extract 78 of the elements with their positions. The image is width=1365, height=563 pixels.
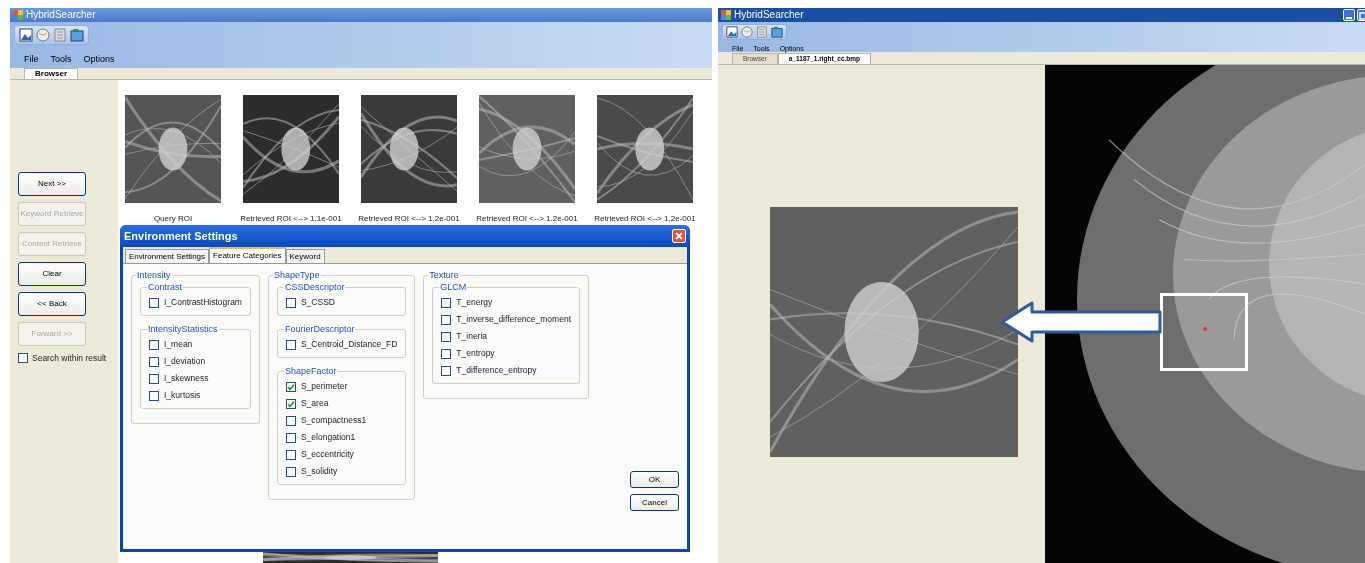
button[interactable]: Clear (18, 262, 86, 286)
group-title: FourierDescriptor (283, 324, 356, 334)
button[interactable]: << Back (18, 292, 86, 316)
checkbox[interactable] (149, 356, 159, 367)
checkbox[interactable] (149, 339, 159, 350)
group-title: CSSDescriptor (283, 282, 346, 292)
checkbox[interactable] (285, 398, 296, 409)
checkbox[interactable] (441, 331, 452, 342)
globe-icon[interactable] (741, 26, 753, 38)
group-title: ShapeType (272, 270, 321, 280)
button[interactable]: Cancel (630, 494, 679, 511)
checkbox[interactable] (285, 449, 296, 460)
tab[interactable]: Browser (24, 68, 78, 79)
window-title: HybridSearcher (26, 9, 96, 21)
checkbox-label: S_elongation1 (300, 431, 356, 444)
image-caption: Query ROI (153, 213, 193, 225)
checkbox-label: I_deviation (164, 355, 206, 368)
checkbox[interactable] (18, 353, 28, 364)
minimize-icon[interactable] (1346, 16, 1352, 20)
minimize-button[interactable] (1343, 9, 1355, 21)
globe-icon[interactable] (36, 28, 50, 42)
group-title: ShapeFactor (283, 366, 338, 376)
checkbox[interactable] (285, 339, 296, 350)
checkbox-label: S_area (300, 397, 329, 410)
checkbox-label: T_ineria (456, 330, 488, 343)
button[interactable]: Next >> (18, 172, 86, 196)
checkbox-label: I_kurtosis (164, 389, 201, 402)
dialog-title: Environment Settings (124, 228, 238, 244)
checkbox[interactable] (441, 314, 452, 325)
checkbox-label: I_skewness (164, 372, 209, 385)
checkbox[interactable] (285, 432, 296, 443)
group-title: IntensityStatistics (147, 324, 219, 334)
maximize-icon[interactable] (1359, 12, 1365, 20)
checkbox-label: S_perimeter (300, 380, 348, 393)
menu-item[interactable]: Tools (50, 53, 72, 65)
image-icon[interactable] (19, 28, 33, 42)
tab[interactable]: Keyword (285, 249, 325, 263)
checkbox-label: I_mean (164, 338, 193, 351)
checkbox[interactable] (285, 466, 296, 477)
image-caption: Retrieved ROI <--> 1.2e-001 (594, 213, 696, 225)
checkbox[interactable] (285, 381, 296, 392)
app-icon (13, 10, 23, 20)
checkbox[interactable] (441, 365, 452, 376)
checkbox-label: T_entropy (456, 347, 495, 360)
image-caption: Retrieved ROI <--> 1.2e-001 (476, 213, 578, 225)
checkbox-label: S_CSSD (300, 296, 335, 309)
group-title: Intensity (136, 270, 172, 280)
group-title: GLCM (439, 282, 468, 292)
checkbox[interactable] (149, 297, 159, 308)
checkbox[interactable] (285, 297, 296, 308)
image-caption: Retrieved ROI <--> 1.2e-001 (358, 213, 460, 225)
group-title: Contrast (147, 282, 183, 292)
checkbox-label: S_compactness1 (300, 414, 367, 427)
checkbox-label: S_eccentricity (300, 448, 354, 461)
checkbox-label: T_difference_entropy (456, 364, 537, 377)
folder-icon[interactable] (771, 26, 783, 38)
tab[interactable]: Feature Categories (209, 247, 286, 263)
checkbox-label: I_ContrastHistogram (164, 296, 242, 309)
menu-item[interactable]: File (24, 53, 39, 65)
image-caption: Retrieved ROI <--> 1.1e-001 (240, 213, 342, 225)
checkbox[interactable] (285, 415, 296, 426)
checkbox-label: Search within result (32, 352, 107, 365)
checkbox[interactable] (149, 390, 159, 401)
tab[interactable]: Environment Settings (125, 249, 210, 263)
checkbox-label: T_energy (456, 296, 493, 309)
checkbox-label: T_inverse_difference_moment (456, 313, 571, 326)
window-title: HybridSearcher (734, 9, 804, 21)
checkbox-label: S_solidity (300, 465, 338, 478)
checkbox[interactable] (441, 348, 452, 359)
group-title: Texture (428, 270, 460, 280)
button[interactable]: OK (630, 471, 679, 488)
image-icon[interactable] (726, 26, 738, 38)
app-icon (721, 10, 731, 20)
menu-item[interactable]: Options (83, 53, 115, 65)
checkbox-label: S_Centroid_Distance_FD (300, 338, 398, 351)
checkbox[interactable] (149, 373, 159, 384)
folder-icon[interactable] (70, 28, 84, 42)
checkbox[interactable] (441, 297, 452, 308)
